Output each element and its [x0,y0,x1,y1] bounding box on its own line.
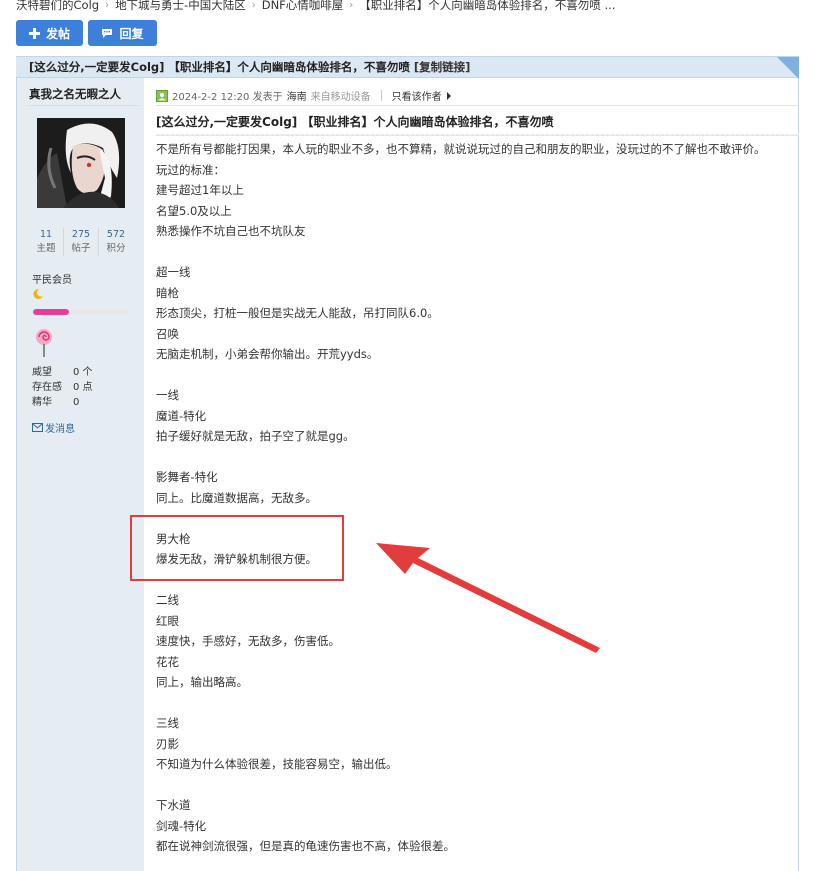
divider [29,105,139,106]
author-stats: 11 主题 275 帖子 572 积分 [29,228,133,256]
content-line: 名望5.0及以上 [156,203,232,218]
mail-icon [32,423,43,432]
content-line: 刃影 [156,736,179,751]
prop-key: 精华 [32,397,52,408]
stat-points-count: 572 [106,229,126,240]
content-line: 花花 [156,654,179,669]
content-line: 建号超过1年以上 [156,183,244,197]
breadcrumb-separator-icon: › [251,0,256,11]
content-line: 玩过的标准： [156,162,225,177]
breadcrumb: 沃特碧们的Colg › 地下城与勇士-中国大陆区 › DNF心情咖啡屋 › 【职… [16,0,615,13]
divider [156,134,799,136]
content-line: 暗枪 [156,285,179,300]
content-line: 同上，输出略高。 [156,675,248,689]
prop-row: 存在感 0 点 [32,380,93,395]
divider [156,105,799,106]
author-props: 威望 0 个 存在感 0 点 精华 0 [32,365,93,410]
moon-icon [33,288,43,299]
stat-posts-label: 帖子 [71,243,91,254]
post-content: 不是所有号都能打因果，本人玩的职业不多，也不算精，就说说玩过的自己和朋友的职业，… [156,139,796,857]
online-user-icon [156,89,168,102]
content-line: 熟悉操作不坑自己也不坑队友 [156,224,306,238]
content-line: 爆发无敌，滑铲躲机制很方便。 [156,552,317,566]
prop-value: 0 [73,397,80,408]
prop-value: 0 个 [73,367,93,378]
stat-points-label: 积分 [106,243,126,254]
content-line: 同上。比魔道数据高，无敌多。 [156,490,317,505]
prop-key: 存在感 [32,382,62,393]
stat-topics-label: 主题 [36,243,56,254]
new-post-label: 发帖 [45,26,70,41]
author-name[interactable]: 真我之名无暇之人 [29,86,121,102]
thread-title: [这么过分,一定要发Colg] 【职业排名】个人向幽暗岛体验排名，不喜勿喷 [29,60,410,74]
breadcrumb-board[interactable]: DNF心情咖啡屋 [262,0,344,13]
reply-label: 回复 [119,26,144,41]
meta-divider [380,90,382,101]
caret-right-icon [446,91,451,100]
content-line: 一线 [156,388,179,402]
content-line: 影舞者-特化 [156,470,218,484]
content-line: 魔道-特化 [156,408,207,423]
content-line: 召唤 [156,326,179,341]
content-line: 形态顶尖，打桩一般但是实战无人能敌，吊打同队6.0。 [156,306,439,320]
post-date: 2024-2-2 12:20 发表于 [172,92,283,103]
prop-value: 0 点 [73,382,93,393]
content-line: 不是所有号都能打因果，本人玩的职业不多，也不算精，就说说玩过的自己和朋友的职业，… [156,142,766,156]
post-device: 来自移动设备 [310,92,371,103]
content-line: 红眼 [156,613,179,628]
content-line: 男大枪 [156,531,191,546]
content-line: 都在说神剑流很强，但是真的龟速伤害也不高，体验很差。 [156,839,455,853]
breadcrumb-forum[interactable]: 地下城与勇士-中国大陆区 [115,0,246,13]
stat-posts[interactable]: 275 帖子 [64,228,99,256]
stat-topics-count: 11 [39,229,53,240]
new-post-button[interactable]: 发帖 [16,20,83,46]
author-sidebar: 真我之名无暇之人 11 主题 275 帖子 572 积分 平民会员 威望 0 个… [17,78,144,871]
breadcrumb-thread[interactable]: 【职业排名】个人向幽暗岛体验排名，不喜勿喷 ... [359,0,615,13]
stat-posts-count: 275 [71,229,91,240]
send-message-label: 发消息 [45,424,75,435]
prop-row: 威望 0 个 [32,365,93,380]
only-author-link[interactable]: 只看该作者 [392,88,442,103]
content-line: 下水道 [156,798,191,812]
prop-key: 威望 [32,367,52,378]
level-progress-fill [33,309,70,315]
title-bar-corner [777,57,799,79]
copy-link-button[interactable]: [复制链接] [414,60,471,74]
lollipop-medal-icon[interactable] [34,328,54,358]
content-line: 超一线 [156,265,191,279]
content-line: 速度快，手感好，无敌多，伤害低。 [156,634,340,648]
content-line: 拍子缓好就是无敌，拍子空了就是gg。 [156,429,355,443]
plus-icon [28,27,40,39]
content-line: 剑魂-特化 [156,818,207,833]
user-group[interactable]: 平民会员 [32,271,72,286]
post-title: [这么过分,一定要发Colg] 【职业排名】个人向幽暗岛体验排名，不喜勿喷 [156,115,554,129]
breadcrumb-separator-icon: › [105,0,110,11]
breadcrumb-separator-icon: › [349,0,354,11]
breadcrumb-home[interactable]: 沃特碧们的Colg [16,0,99,13]
send-message-link[interactable]: 发消息 [32,420,75,435]
post-location: 海南 [286,92,307,103]
thread-title-bar: [这么过分,一定要发Colg] 【职业排名】个人向幽暗岛体验排名，不喜勿喷 [复… [16,56,799,79]
comment-icon [102,28,113,38]
prop-row: 精华 0 [32,395,93,410]
reply-button[interactable]: 回复 [88,20,157,46]
stat-topics[interactable]: 11 主题 [29,228,64,256]
level-progress [33,309,128,315]
content-line: 不知道为什么体验很差，技能容易空，输出低。 [156,757,398,771]
stat-points[interactable]: 572 积分 [99,228,133,256]
avatar[interactable] [37,118,125,208]
post-meta: 2024-2-2 12:20 发表于 海南 来自移动设备 只看该作者 [156,88,452,103]
content-line: 无脑走机制，小弟会帮你输出。开荒yyds。 [156,347,379,361]
content-line: 三线 [156,716,179,730]
content-line: 二线 [156,593,179,607]
